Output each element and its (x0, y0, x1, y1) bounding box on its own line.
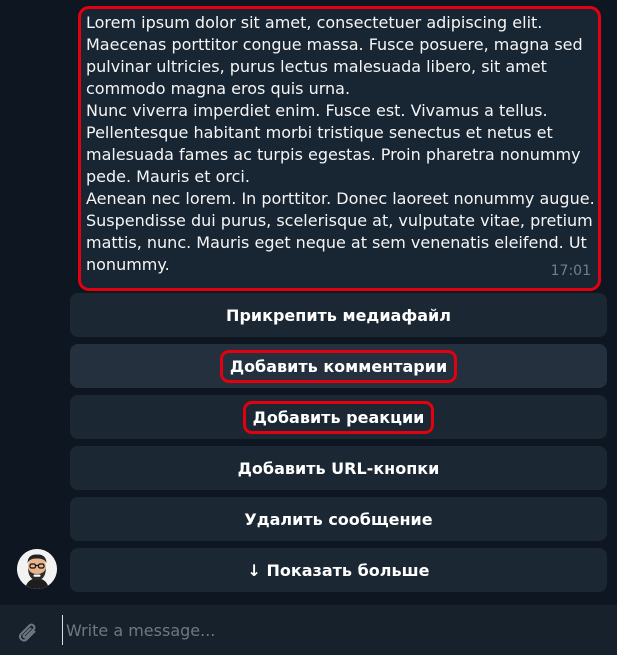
message-text: Lorem ipsum dolor sit amet, consectetuer… (86, 13, 595, 274)
message-time: 17:01 (550, 263, 591, 279)
add-comments-button[interactable]: Добавить комментарии (70, 344, 607, 388)
add-reactions-button[interactable]: Добавить реакции (70, 395, 607, 439)
message-composer (0, 605, 617, 655)
add-reactions-label: Добавить реакции (242, 400, 435, 434)
delete-message-label: Удалить сообщение (244, 509, 433, 529)
paperclip-icon[interactable] (14, 619, 42, 647)
add-url-buttons-label: Добавить URL-кнопки (237, 458, 440, 478)
add-comments-label: Добавить комментарии (219, 349, 458, 383)
show-more-button[interactable]: ↓ Показать больше (70, 548, 607, 592)
attach-media-button[interactable]: Прикрепить медиафайл (70, 293, 607, 337)
message-input[interactable] (62, 615, 606, 645)
chat-area: Lorem ipsum dolor sit amet, consectetuer… (0, 0, 617, 605)
show-more-label: ↓ Показать больше (247, 560, 430, 580)
add-url-buttons-button[interactable]: Добавить URL-кнопки (70, 446, 607, 490)
attach-media-label: Прикрепить медиафайл (226, 305, 451, 325)
delete-message-button[interactable]: Удалить сообщение (70, 497, 607, 541)
avatar-illustration (17, 549, 57, 589)
avatar[interactable] (17, 549, 57, 589)
